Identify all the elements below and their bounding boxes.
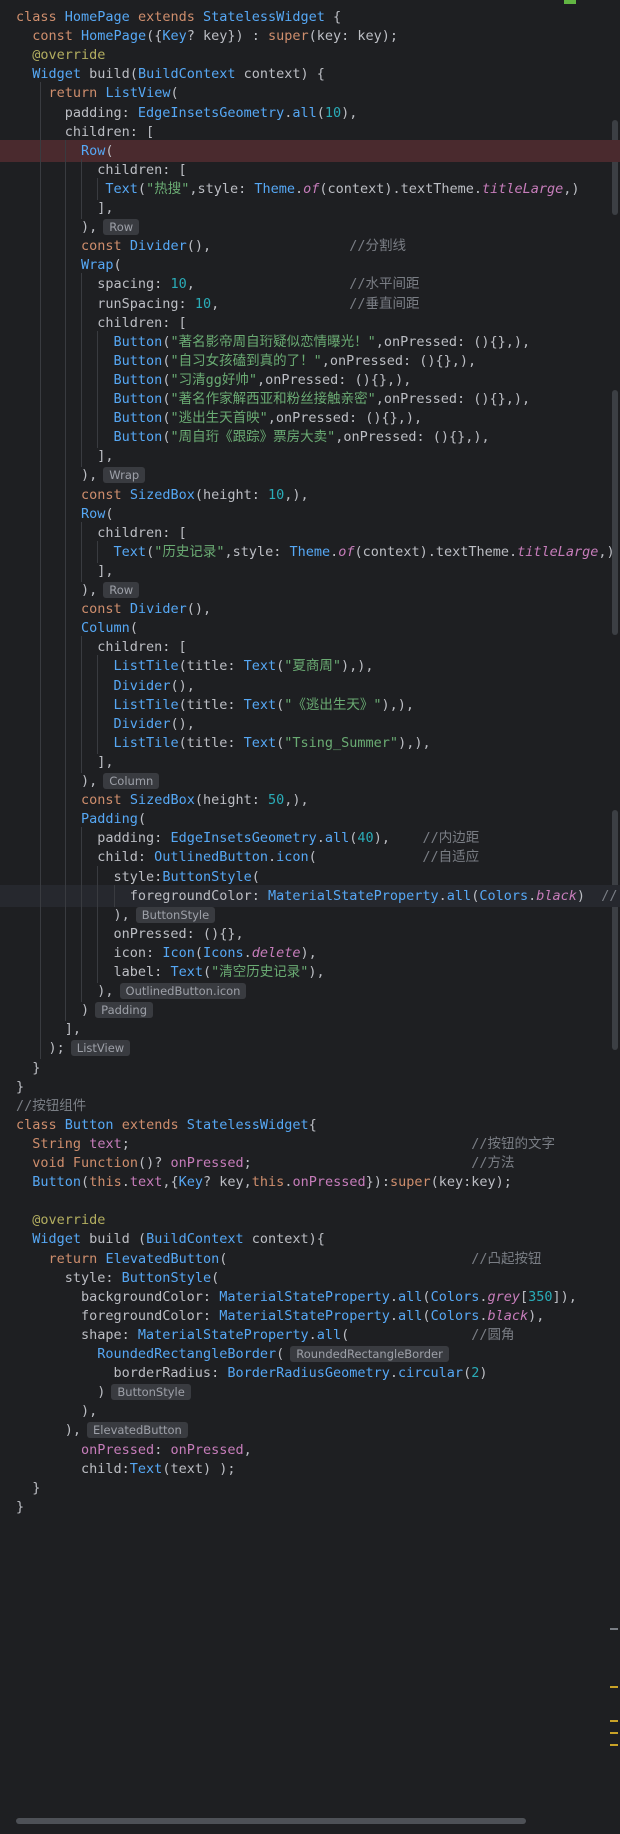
code-text: ), — [16, 219, 98, 236]
code-text: Text("热搜",style: Theme.of(context).textT… — [105, 180, 580, 197]
code-text: Button("习清gg好帅",onPressed: (){},), — [113, 371, 412, 388]
code-text: const SizedBox(height: 50,), — [81, 792, 309, 809]
code-text: Button("逃出生天首映",onPressed: (){},), — [113, 410, 423, 427]
code-text: ), — [16, 983, 114, 1000]
code-text: @override — [32, 1212, 106, 1229]
code-text: children: [ — [16, 161, 187, 178]
code-text: ), — [16, 1422, 82, 1439]
closing-label-hint: ListView — [70, 1040, 131, 1057]
code-text: children: [ — [16, 639, 187, 656]
horizontal-scrollbar[interactable] — [16, 1818, 526, 1824]
code-text: Column( — [81, 620, 138, 637]
code-text: ], — [16, 448, 114, 465]
code-text: spacing: 10, //水平间距 — [16, 276, 420, 293]
code-text: Button("自习女孩磕到真的了！",onPressed: (){},), — [113, 352, 477, 369]
code-text: runSpacing: 10, //垂直间距 — [16, 295, 420, 312]
code-text: ), — [16, 773, 98, 789]
code-text: Divider(), — [113, 715, 195, 732]
code-text: class HomePage extends StatelessWidget { — [16, 9, 342, 25]
code-text: ), — [16, 1403, 98, 1420]
code-text: ], — [16, 1021, 82, 1038]
code-text: } — [16, 1059, 41, 1076]
code-text: style:ButtonStyle( — [16, 868, 260, 885]
code-text: style: ButtonStyle( — [16, 1269, 220, 1286]
code-text: ) — [16, 1002, 90, 1019]
code-text: children: [ — [16, 524, 187, 541]
code-text: Text("历史记录",style: Theme.of(context).tex… — [113, 543, 615, 560]
code-text: Divider(), — [113, 677, 195, 694]
code-text: Button("著名作家解西亚和粉丝接触亲密",onPressed: (){},… — [113, 391, 531, 407]
closing-label-hint: Row — [103, 582, 140, 598]
code-text: child: OutlinedButton.icon( //自适应 — [16, 849, 480, 866]
code-text: children: [ — [16, 123, 155, 140]
code-text: class Button extends StatelessWidget{ — [16, 1116, 317, 1133]
code-editor[interactable]: class HomePage extends StatelessWidget {… — [0, 0, 620, 1834]
code-text: const HomePage({Key? key}) : super(key: … — [32, 28, 399, 45]
code-text: } — [16, 1078, 25, 1095]
closing-label-hint: Column — [103, 773, 160, 789]
code-text: Row( — [81, 505, 114, 522]
code-text: ListTile(title: Text("Tsing_Summer"),), — [113, 734, 431, 751]
code-text: ); — [16, 1040, 65, 1057]
code-text: } — [16, 1479, 41, 1496]
code-text: const Divider(), — [81, 601, 212, 618]
code-text: onPressed: (){}, — [16, 925, 244, 942]
code-text: ) — [16, 1384, 106, 1401]
code-text: children: [ — [16, 314, 187, 331]
code-text: ), — [16, 906, 130, 923]
code-text: String text; //按钮的文字 — [32, 1135, 555, 1152]
code-text: Padding( — [81, 811, 147, 828]
code-text: RoundedRectangleBorder( — [97, 1346, 285, 1362]
code-text: onPressed: onPressed, — [81, 1441, 252, 1458]
closing-label-hint: ButtonStyle — [111, 1384, 191, 1401]
closing-label-hint: Row — [103, 219, 140, 236]
code-text: Row( — [81, 142, 114, 159]
closing-label-hint: Wrap — [103, 467, 146, 484]
code-text: return ElevatedButton( //凸起按钮 — [48, 1250, 542, 1267]
code-text: padding: EdgeInsetsGeometry.all(10), — [16, 104, 358, 121]
code-text: ListTile(title: Text("《逃出生天》"),), — [113, 696, 415, 713]
code-text: return ListView( — [48, 85, 179, 102]
code-text: shape: MaterialStateProperty.all( //圆角 — [16, 1326, 515, 1343]
code-text: ], — [16, 562, 114, 579]
code-line[interactable]: } — [0, 1496, 620, 1518]
code-text: borderRadius: BorderRadiusGeometry.circu… — [16, 1365, 488, 1382]
code-text: icon: Icon(Icons.delete), — [16, 944, 317, 961]
code-text: //按钮组件 — [16, 1097, 87, 1114]
closing-label-hint: ElevatedButton — [87, 1422, 188, 1439]
code-text: ListTile(title: Text("夏商周"),), — [113, 658, 374, 675]
code-text: @override — [32, 47, 106, 64]
code-text: foregroundColor: MaterialStateProperty.a… — [16, 887, 618, 904]
code-text: ), — [16, 467, 98, 484]
code-text: Button("周自珩《跟踪》票房大卖",onPressed: (){},), — [113, 429, 490, 446]
code-text: const SizedBox(height: 10,), — [81, 486, 309, 503]
code-text: ), — [16, 582, 98, 598]
code-text: label: Text("清空历史记录"), — [16, 964, 325, 980]
code-text: Button("著名影帝周自珩疑似恋情曝光！",onPressed: (){},… — [113, 333, 531, 350]
code-text: const Divider(), //分割线 — [81, 238, 407, 255]
closing-label-hint: Padding — [95, 1002, 154, 1019]
inspection-marker[interactable] — [564, 0, 576, 4]
code-text: foregroundColor: MaterialStateProperty.a… — [16, 1307, 545, 1324]
code-text: ], — [16, 753, 114, 770]
code-text: Widget build (BuildContext context){ — [32, 1231, 325, 1248]
code-text: child:Text(text) ); — [16, 1460, 236, 1477]
code-text: ], — [16, 200, 114, 216]
code-text: Button(this.text,{Key? key,this.onPresse… — [32, 1174, 512, 1191]
code-text: backgroundColor: MaterialStateProperty.a… — [16, 1288, 577, 1305]
code-text: Wrap( — [81, 257, 122, 274]
code-text: Widget build(BuildContext context) { — [32, 66, 325, 83]
code-text: } — [16, 1498, 25, 1515]
closing-label-hint: OutlinedButton.icon — [119, 983, 247, 1000]
closing-label-hint: ButtonStyle — [135, 906, 216, 923]
code-text: padding: EdgeInsetsGeometry.all(40), //内… — [16, 830, 480, 847]
code-text: void Function()? onPressed; //方法 — [32, 1155, 515, 1171]
closing-label-hint: RoundedRectangleBorder — [290, 1346, 449, 1362]
